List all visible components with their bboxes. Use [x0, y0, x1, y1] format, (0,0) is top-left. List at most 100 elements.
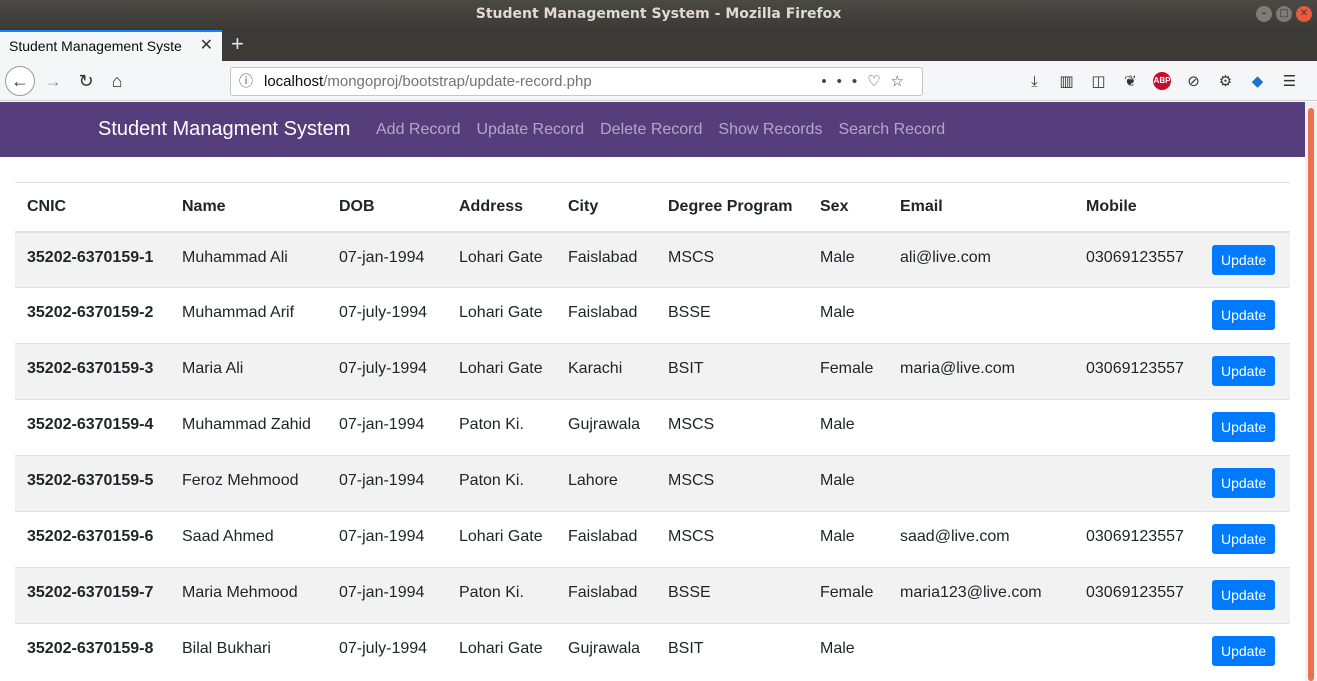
- cell-address: Paton Ki.: [447, 567, 556, 624]
- update-button[interactable]: Update: [1212, 468, 1276, 498]
- cell-name: Muhammad Ali: [170, 231, 327, 288]
- update-button[interactable]: Update: [1212, 356, 1276, 386]
- table-row: 35202-6370159-2 Muhammad Arif 07-july-1994…: [15, 287, 1290, 344]
- nav-delete-record[interactable]: Delete Record: [600, 121, 702, 139]
- cell-mobile: 03069123557: [1074, 567, 1200, 624]
- cell-dob: 07-jan-1994: [327, 567, 447, 624]
- close-window-icon[interactable]: ✕: [1296, 6, 1312, 22]
- scrollbar-thumb[interactable]: [1308, 108, 1314, 681]
- cell-address: Lohari Gate: [447, 287, 556, 344]
- table-row: 35202-6370159-7 Maria Mehmood 07-jan-1994 P…: [15, 567, 1290, 624]
- cell-cnic: 35202-6370159-5: [15, 455, 170, 512]
- nav-search-record[interactable]: Search Record: [838, 121, 945, 139]
- url-actions: •••♡☆: [821, 68, 914, 95]
- table-header-row: CNIC Name DOB Address City Degree Progra…: [15, 182, 1290, 233]
- header-mobile: Mobile: [1074, 182, 1200, 233]
- cell-action: Update: [1200, 511, 1290, 568]
- tab-strip: Student Management Syste ✕ +: [0, 28, 1317, 61]
- cell-action: Update: [1200, 231, 1290, 288]
- cell-address: Paton Ki.: [447, 399, 556, 456]
- extension-cap-icon[interactable]: ◆: [1246, 70, 1269, 93]
- cell-dob: 07-jan-1994: [327, 511, 447, 568]
- downloads-icon[interactable]: ⤓: [1023, 70, 1046, 93]
- header-email: Email: [888, 182, 1074, 233]
- cell-degree: BSSE: [656, 567, 808, 624]
- maximize-icon[interactable]: □: [1276, 6, 1292, 22]
- site-navbar: Student Managment System Add Record Upda…: [0, 102, 1305, 157]
- cell-sex: Male: [808, 623, 888, 680]
- url-bar[interactable]: ⓘ localhost/mongoproj/bootstrap/update-r…: [230, 67, 923, 96]
- home-icon[interactable]: ⌂: [103, 67, 131, 95]
- cell-city: Faislabad: [556, 287, 656, 344]
- cell-action: Update: [1200, 567, 1290, 624]
- cell-sex: Female: [808, 567, 888, 624]
- table-row: 35202-6370159-1 Muhammad Ali 07-jan-1994 Lo…: [15, 231, 1290, 288]
- cell-sex: Female: [808, 343, 888, 400]
- cell-mobile: 03069123557: [1074, 343, 1200, 400]
- back-icon[interactable]: ←: [5, 66, 35, 96]
- cell-sex: Male: [808, 511, 888, 568]
- cell-degree: BSIT: [656, 623, 808, 680]
- cell-degree: MSCS: [656, 455, 808, 512]
- cell-cnic: 35202-6370159-2: [15, 287, 170, 344]
- cell-address: Lohari Gate: [447, 231, 556, 288]
- header-cnic: CNIC: [15, 182, 170, 233]
- nav-update-record[interactable]: Update Record: [477, 121, 585, 139]
- student-table: CNIC Name DOB Address City Degree Progra…: [15, 182, 1290, 680]
- reload-icon[interactable]: ↻: [72, 67, 100, 95]
- update-button[interactable]: Update: [1212, 580, 1276, 610]
- cell-address: Paton Ki.: [447, 455, 556, 512]
- minimize-icon[interactable]: –: [1256, 6, 1272, 22]
- cell-email: maria@live.com: [888, 343, 1074, 400]
- new-tab-icon[interactable]: +: [231, 30, 244, 58]
- cell-address: Lohari Gate: [447, 623, 556, 680]
- update-button[interactable]: Update: [1212, 412, 1276, 442]
- update-button[interactable]: Update: [1212, 636, 1276, 666]
- site-brand[interactable]: Student Managment System: [98, 118, 350, 141]
- cell-name: Bilal Bukhari: [170, 623, 327, 680]
- cell-degree: MSCS: [656, 399, 808, 456]
- cell-mobile: [1074, 399, 1200, 456]
- nav-show-records[interactable]: Show Records: [718, 121, 822, 139]
- header-degree: Degree Program: [656, 182, 808, 233]
- cell-action: Update: [1200, 623, 1290, 680]
- nav-add-record[interactable]: Add Record: [376, 121, 461, 139]
- site-info-icon[interactable]: ⓘ: [239, 68, 253, 95]
- cell-mobile: 03069123557: [1074, 231, 1200, 288]
- update-button[interactable]: Update: [1212, 244, 1276, 275]
- cell-email: [888, 399, 1074, 456]
- page-scrollbar[interactable]: [1305, 102, 1317, 681]
- cell-sex: Male: [808, 455, 888, 512]
- cell-email: [888, 287, 1074, 344]
- table-row: 35202-6370159-5 Feroz Mehmood 07-jan-1994 P…: [15, 455, 1290, 512]
- cell-mobile: [1074, 287, 1200, 344]
- cell-cnic: 35202-6370159-8: [15, 623, 170, 680]
- sidebar-icon[interactable]: ◫: [1087, 70, 1110, 93]
- tab-close-icon[interactable]: ✕: [200, 32, 213, 60]
- table-body: 35202-6370159-1 Muhammad Ali 07-jan-1994 Lo…: [15, 231, 1290, 680]
- cell-city: Gujrawala: [556, 623, 656, 680]
- extension-paw-icon[interactable]: ❦: [1119, 70, 1142, 93]
- cell-degree: MSCS: [656, 511, 808, 568]
- cell-sex: Male: [808, 231, 888, 288]
- extension-gear-icon[interactable]: ⚙: [1214, 70, 1237, 93]
- cell-city: Faislabad: [556, 511, 656, 568]
- extension-blocker-icon[interactable]: ⊘: [1182, 70, 1205, 93]
- cell-dob: 07-jan-1994: [327, 455, 447, 512]
- update-button[interactable]: Update: [1212, 300, 1276, 330]
- pocket-icon[interactable]: ♡: [867, 73, 890, 90]
- window-controls: – □ ✕: [1256, 6, 1312, 22]
- menu-icon[interactable]: ☰: [1278, 70, 1301, 93]
- forward-icon[interactable]: →: [39, 67, 67, 95]
- cell-email: [888, 623, 1074, 680]
- cell-cnic: 35202-6370159-7: [15, 567, 170, 624]
- library-icon[interactable]: ▥: [1055, 70, 1078, 93]
- cell-email: saad@live.com: [888, 511, 1074, 568]
- browser-tab[interactable]: Student Management Syste ✕: [0, 30, 222, 61]
- adblock-icon[interactable]: ABP: [1153, 72, 1171, 90]
- update-button[interactable]: Update: [1212, 524, 1276, 554]
- page-actions-icon[interactable]: •••: [821, 73, 867, 90]
- cell-sex: Male: [808, 287, 888, 344]
- bookmark-star-icon[interactable]: ☆: [891, 73, 914, 90]
- cell-email: maria123@live.com: [888, 567, 1074, 624]
